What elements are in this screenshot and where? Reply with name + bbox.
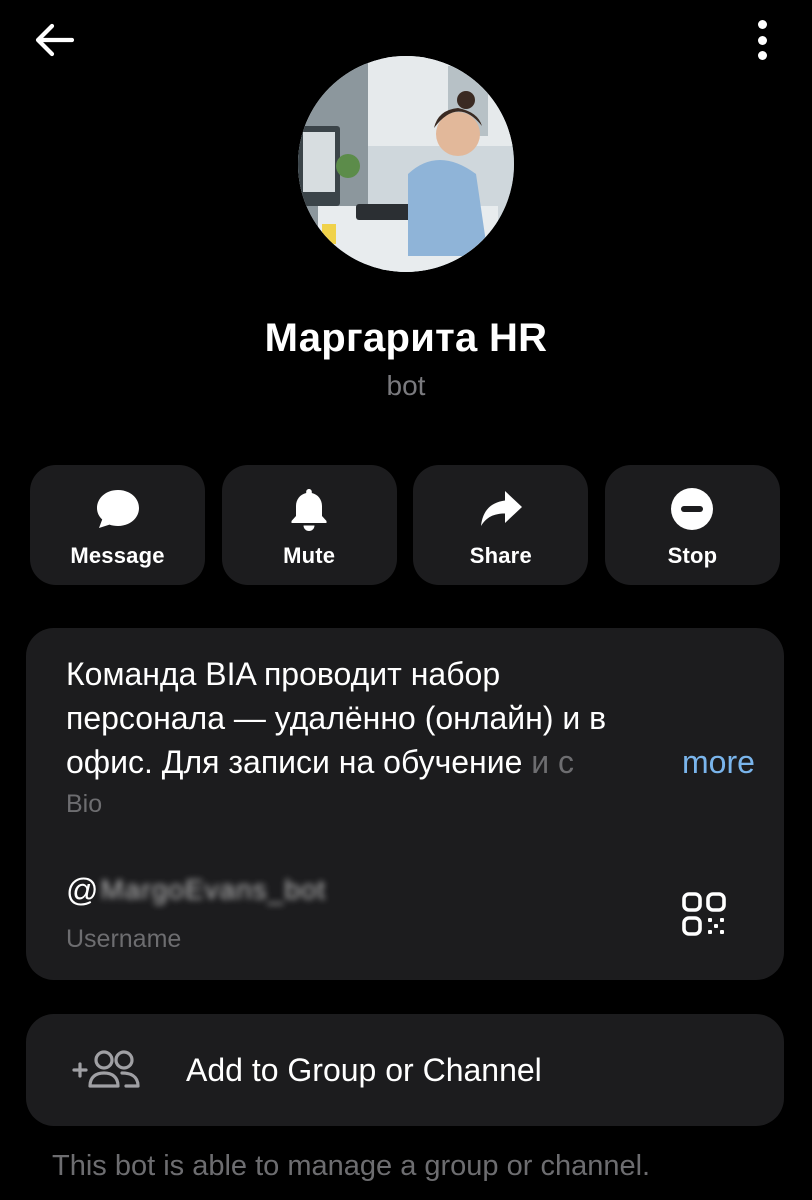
stop-button[interactable]: Stop (604, 465, 780, 585)
share-arrow-icon (477, 485, 525, 533)
message-button-label: Message (70, 543, 165, 568)
stop-icon (668, 485, 716, 533)
profile-name: Маргарита HR (264, 316, 548, 360)
qr-code-button[interactable] (680, 890, 730, 940)
chat-bubble-icon (94, 485, 142, 533)
profile-subtitle: bot (386, 370, 426, 401)
mute-button[interactable]: Mute (221, 465, 397, 585)
bio-text[interactable]: Команда BIA проводит набор персонала — у… (66, 652, 746, 784)
username-label: Username (66, 925, 182, 953)
bell-icon (285, 485, 333, 533)
add-to-group-button[interactable]: Add to Group or Channel (26, 1014, 784, 1126)
back-button[interactable] (34, 18, 86, 62)
add-users-icon (70, 1044, 144, 1096)
add-to-group-label: Add to Group or Channel (186, 1052, 542, 1088)
bio-line-1: Команда BIA проводит набор (66, 656, 501, 692)
share-button[interactable]: Share (413, 465, 589, 585)
action-buttons-row: Message Mute Share Stop (30, 465, 780, 585)
bot-capability-note: This bot is able to manage a group or ch… (52, 1150, 651, 1182)
username-at-sign: @ (66, 872, 99, 908)
qr-code-icon (682, 892, 726, 936)
message-button[interactable]: Message (30, 465, 205, 585)
more-menu-button[interactable] (750, 16, 774, 64)
bio-line-3: офис. Для записи на обучение и с (66, 744, 575, 780)
arrow-left-icon (35, 23, 74, 57)
bio-more-link[interactable]: more (658, 740, 755, 784)
stop-button-label: Stop (667, 543, 718, 568)
username-value[interactable]: @ MargoEvans_bot (66, 870, 326, 910)
avatar[interactable] (298, 56, 514, 272)
more-vertical-icon (757, 20, 767, 29)
mute-button-label: Mute (283, 543, 336, 568)
bio-line-2: персонала — удалённо (онлайн) и в (66, 700, 607, 736)
bio-label: Bio (66, 790, 103, 818)
username-obscured: MargoEvans_bot (100, 874, 327, 905)
share-button-label: Share (469, 543, 532, 568)
bot-profile-screen: Маргарита HR bot Message Mute Share Stop… (0, 0, 812, 1200)
info-card: Команда BIA проводит набор персонала — у… (26, 628, 784, 980)
avatar-photo (298, 56, 514, 272)
